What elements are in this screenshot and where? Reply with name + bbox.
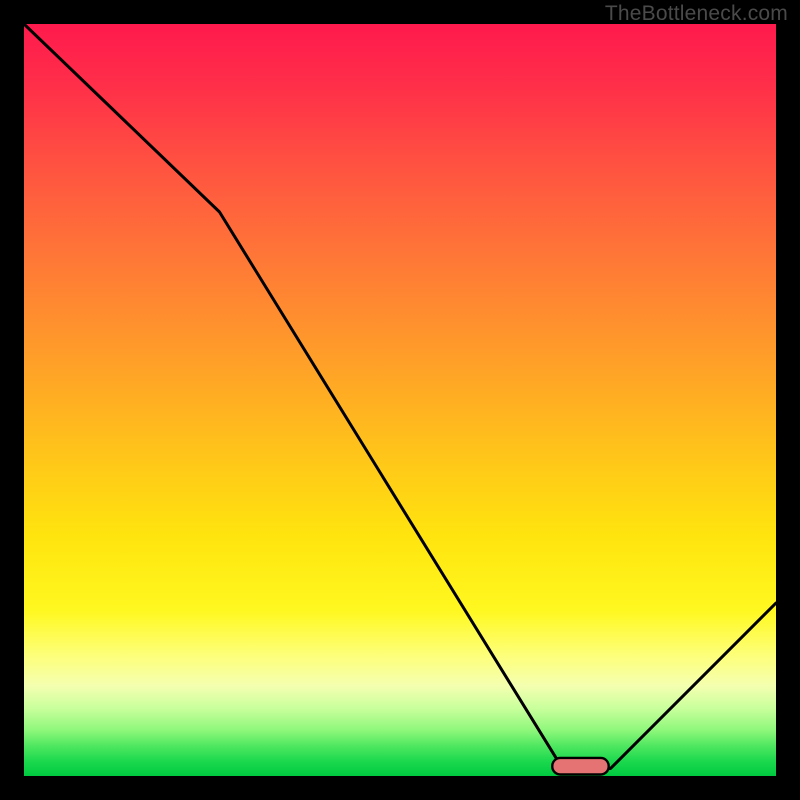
chart-frame: TheBottleneck.com — [0, 0, 800, 800]
watermark-text: TheBottleneck.com — [605, 2, 788, 26]
heat-gradient-background — [24, 24, 776, 776]
plot-area — [24, 24, 776, 776]
